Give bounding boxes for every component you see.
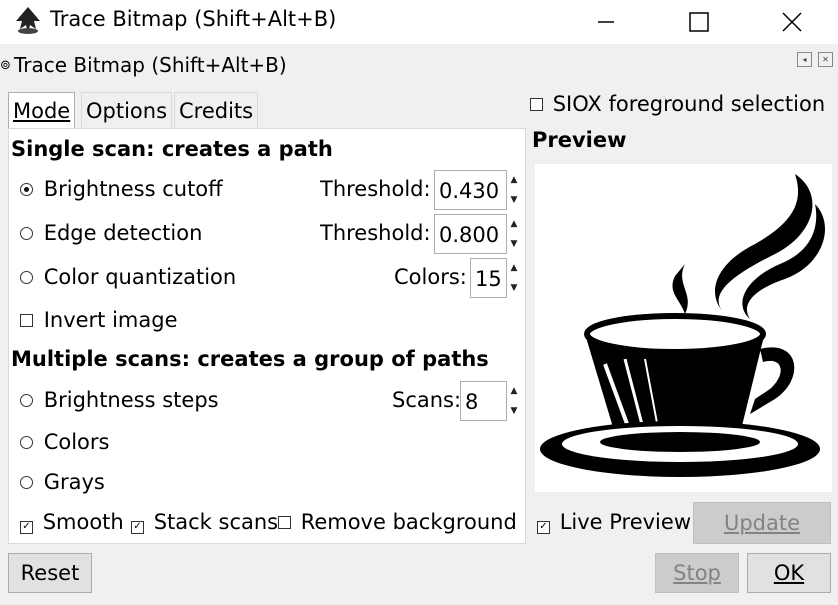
radio-indicator: [20, 394, 33, 407]
preview-image: [535, 164, 832, 492]
multiple-scans-heading: Multiple scans: creates a group of paths: [11, 347, 489, 371]
close-button[interactable]: [769, 0, 815, 44]
maximize-icon: [689, 12, 709, 32]
radio-indicator: [20, 183, 33, 196]
brightness-cutoff-label: Brightness cutoff: [43, 177, 223, 201]
tab-credits[interactable]: Credits: [174, 92, 259, 129]
brightness-cutoff-radio[interactable]: Brightness cutoff: [20, 177, 223, 201]
grays-label: Grays: [43, 470, 105, 494]
checkbox-checked-icon: ✓: [131, 521, 144, 534]
reset-button[interactable]: Reset: [8, 553, 92, 593]
smooth-checkbox[interactable]: ✓ Smooth: [20, 510, 124, 534]
spin-down-icon[interactable]: ▼: [511, 195, 518, 205]
radio-indicator: [20, 271, 33, 284]
window-title: Trace Bitmap (Shift+Alt+B): [50, 7, 337, 31]
color-quantization-label: Color quantization: [43, 265, 237, 289]
dock-close-button[interactable]: ✕: [818, 52, 833, 67]
checkbox-indicator: [530, 98, 543, 111]
colors-stepper[interactable]: ▲ ▼: [508, 258, 520, 298]
scans-stepper[interactable]: ▲ ▼: [508, 381, 520, 421]
minimize-button[interactable]: [583, 0, 629, 44]
checkbox-checked-icon: ✓: [20, 521, 33, 534]
colors-radio-label: Colors: [43, 430, 110, 454]
edge-detection-label: Edge detection: [43, 221, 203, 245]
stop-button[interactable]: Stop: [655, 553, 739, 593]
minimize-icon: [598, 21, 614, 23]
edge-threshold-input[interactable]: 0.800: [434, 214, 507, 254]
colors-input[interactable]: 15: [470, 258, 507, 298]
radio-indicator: [20, 476, 33, 489]
spin-down-icon[interactable]: ▼: [511, 239, 518, 249]
live-preview-checkbox[interactable]: ✓ Live Preview: [537, 510, 691, 534]
dock-grip-icon[interactable]: ⊚: [0, 58, 11, 73]
spin-down-icon[interactable]: ▼: [511, 406, 518, 416]
smooth-label: Smooth: [42, 510, 124, 534]
colors-label: Colors:: [394, 265, 467, 289]
siox-checkbox[interactable]: SIOX foreground selection: [530, 92, 825, 116]
radio-indicator: [20, 227, 33, 240]
spin-up-icon[interactable]: ▲: [511, 263, 518, 273]
maximize-button[interactable]: [676, 0, 722, 44]
stack-scans-checkbox[interactable]: ✓ Stack scans: [131, 510, 278, 534]
dock-close-icon: ✕: [822, 55, 829, 64]
update-label: Update: [723, 511, 801, 535]
spin-up-icon[interactable]: ▲: [511, 386, 518, 396]
tab-options-label: Options: [86, 99, 168, 123]
scans-label: Scans:: [392, 388, 462, 412]
live-preview-label: Live Preview: [559, 510, 691, 534]
inkscape-icon: [12, 5, 44, 37]
brightness-steps-radio[interactable]: Brightness steps: [20, 388, 219, 412]
update-button[interactable]: Update: [693, 502, 831, 544]
iconify-icon: ◂: [802, 55, 807, 64]
brightness-threshold-label: Threshold:: [320, 177, 431, 201]
single-scan-heading: Single scan: creates a path: [11, 137, 333, 161]
checkbox-indicator: [278, 516, 291, 529]
spin-up-icon[interactable]: ▲: [511, 219, 518, 229]
stop-label: Stop: [673, 561, 721, 585]
dock-iconify-button[interactable]: ◂: [797, 52, 812, 67]
preview-heading: Preview: [532, 128, 627, 152]
edge-detection-radio[interactable]: Edge detection: [20, 221, 202, 245]
invert-image-checkbox[interactable]: Invert image: [20, 308, 178, 332]
tab-credits-label: Credits: [179, 99, 254, 123]
stack-scans-label: Stack scans: [153, 510, 279, 534]
remove-background-checkbox[interactable]: Remove background: [278, 510, 517, 534]
dock-title: Trace Bitmap (Shift+Alt+B): [14, 53, 287, 77]
close-icon: [782, 12, 802, 32]
color-quantization-radio[interactable]: Color quantization: [20, 265, 236, 289]
checkbox-indicator: [20, 314, 33, 327]
invert-image-label: Invert image: [43, 308, 178, 332]
colors-radio[interactable]: Colors: [20, 430, 109, 454]
scans-input[interactable]: 8: [460, 381, 507, 421]
edge-threshold-label: Threshold:: [320, 221, 431, 245]
ok-button[interactable]: OK: [747, 553, 831, 593]
ok-label: OK: [773, 561, 805, 585]
siox-label: SIOX foreground selection: [552, 92, 826, 116]
brightness-steps-label: Brightness steps: [43, 388, 219, 412]
brightness-threshold-stepper[interactable]: ▲ ▼: [508, 170, 520, 210]
remove-background-label: Remove background: [300, 510, 517, 534]
brightness-threshold-input[interactable]: 0.430: [434, 170, 507, 210]
spin-down-icon[interactable]: ▼: [511, 283, 518, 293]
reset-label: Reset: [20, 561, 80, 585]
tab-mode-label: Mode: [13, 99, 71, 123]
tab-mode[interactable]: Mode: [8, 92, 76, 131]
radio-indicator: [20, 436, 33, 449]
checkbox-checked-icon: ✓: [537, 521, 550, 534]
grays-radio[interactable]: Grays: [20, 470, 105, 494]
edge-threshold-stepper[interactable]: ▲ ▼: [508, 214, 520, 254]
spin-up-icon[interactable]: ▲: [511, 175, 518, 185]
tab-options[interactable]: Options: [81, 92, 173, 129]
